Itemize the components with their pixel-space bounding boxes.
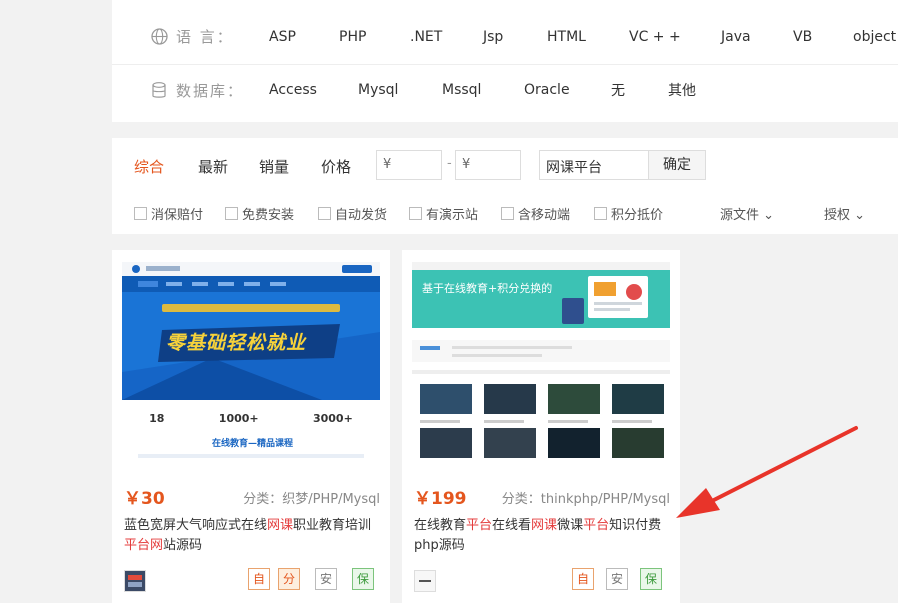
product-title[interactable]: 蓝色宽屏大气响应式在线网课职业教育培训平台网站源码 [124,516,380,556]
title-segment: 站源码 [163,538,203,553]
checkbox-points[interactable]: 积分抵价 [594,204,663,223]
shop-avatar[interactable] [414,570,436,592]
title-keyword: 网课 [267,518,294,533]
language-option[interactable]: .NET [410,29,442,45]
badge-install: 安 [606,568,628,590]
badge-points: 分 [278,568,300,590]
product-thumbnail[interactable]: 基于在线教育+积分兑换的 [412,262,670,464]
checkbox-label: 有演示站 [426,208,479,223]
badge-install: 安 [315,568,337,590]
confirm-button[interactable]: 确定 [648,150,706,180]
badge-auto: 自 [572,568,594,590]
checkbox-label: 含移动端 [518,208,571,223]
sort-tab-price[interactable]: 价格 [321,156,351,177]
database-filter-row: 数据库： Access Mysql Mssql Oracle 无 其他 [112,62,898,118]
product-thumbnail[interactable]: 零基础轻松就业 18 1000+ 3000+ 在线教育—精品课程 [122,262,380,464]
language-option[interactable]: PHP [339,29,366,45]
language-label: 语 言： [176,28,234,46]
title-keyword: 网课 [531,518,558,533]
database-option[interactable]: 无 [611,80,625,100]
sort-tab-comprehensive[interactable]: 综合 [134,156,164,177]
checkbox-box[interactable] [594,207,607,220]
badge-protection: 保 [352,568,374,590]
checkbox-box[interactable] [318,207,331,220]
checkbox-protection[interactable]: 消保赔付 [134,204,203,223]
badge-protection: 保 [640,568,662,590]
language-option[interactable]: VC + + [629,29,681,45]
checkbox-box[interactable] [134,207,147,220]
database-icon [150,81,168,99]
price-dash: - [447,156,452,171]
product-title[interactable]: 在线教育平台在线看网课微课平台知识付费php源码 [414,516,670,556]
title-segment: 在线教育 [414,518,467,533]
banner-headline: 基于在线教育+积分兑换的 [422,282,553,295]
language-option[interactable]: VB [793,29,812,45]
language-option[interactable]: object [853,29,896,45]
database-option[interactable]: 其他 [668,80,696,100]
checkbox-label: 消保赔付 [151,208,204,223]
stat-value: 18 [149,411,165,425]
checkbox-auto-ship[interactable]: 自动发货 [318,204,387,223]
globe-icon [150,28,168,46]
stat-value: 1000+ [218,411,259,425]
language-option[interactable]: Java [721,29,751,45]
stat-value: 3000+ [312,411,353,425]
database-option[interactable]: Oracle [524,82,570,98]
sort-tab-sales[interactable]: 销量 [259,156,289,177]
shop-avatar[interactable] [124,570,146,592]
language-option[interactable]: Jsp [483,29,503,45]
language-option[interactable]: ASP [269,29,296,45]
title-keyword: 平台 [583,518,610,533]
filter-panel: 语 言： ASP PHP .NET Jsp HTML VC + + Java V… [112,0,898,122]
sort-panel: 综合 最新 销量 价格 ¥ - ¥ 网课平台 确定 消保赔付 免费安装 自动发货… [112,138,898,234]
database-option[interactable]: Mysql [358,82,398,98]
database-label: 数据库： [176,81,245,100]
dropdown-label: 授权 [824,208,851,223]
language-filter-row: 语 言： ASP PHP .NET Jsp HTML VC + + Java V… [112,9,898,65]
checkbox-free-install[interactable]: 免费安装 [225,204,294,223]
chevron-down-icon: ⌄ [763,208,775,223]
checkbox-box[interactable] [409,207,422,220]
title-segment: 蓝色宽屏大气响应式在线 [124,518,268,533]
title-keyword: 平台 [466,518,493,533]
price-to-input[interactable]: ¥ [455,150,521,180]
language-option[interactable]: HTML [547,29,586,45]
checkbox-label: 免费安装 [242,208,295,223]
checkbox-demo-site[interactable]: 有演示站 [409,204,478,223]
title-segment: 职业教育培训 [293,518,372,533]
title-segment: 在线看 [492,518,532,533]
product-price: ￥30 [124,489,165,509]
sort-tab-newest[interactable]: 最新 [198,156,228,177]
product-category: 分类：thinkphp/PHP/Mysql [501,492,670,507]
product-category: 分类：织梦/PHP/Mysql [243,492,380,507]
title-segment: 微课 [557,518,584,533]
checkbox-label: 积分抵价 [611,208,664,223]
dropdown-label: 源文件 [720,208,760,223]
checkbox-box[interactable] [501,207,514,220]
chevron-down-icon: ⌄ [854,208,866,223]
product-card[interactable]: 零基础轻松就业 18 1000+ 3000+ 在线教育—精品课程 ￥30 分类：… [112,250,390,603]
checkbox-mobile[interactable]: 含移动端 [501,204,570,223]
thumb-subtitle: 在线教育—精品课程 [212,439,294,449]
title-keyword: 平台网 [124,538,164,553]
database-option[interactable]: Access [269,82,317,98]
price-from-input[interactable]: ¥ [376,150,442,180]
keyword-input[interactable]: 网课平台 [539,150,649,180]
license-dropdown[interactable]: 授权 ⌄ [824,204,865,223]
product-price: ￥199 [414,489,467,509]
checkbox-box[interactable] [225,207,238,220]
product-card[interactable]: 基于在线教育+积分兑换的 ￥199 分类：thinkphp/PHP/Mysql … [402,250,680,603]
database-option[interactable]: Mssql [442,82,481,98]
banner-headline: 零基础轻松就业 [166,332,307,354]
badge-auto: 自 [248,568,270,590]
checkbox-label: 自动发货 [335,208,388,223]
source-file-dropdown[interactable]: 源文件 ⌄ [720,204,774,223]
